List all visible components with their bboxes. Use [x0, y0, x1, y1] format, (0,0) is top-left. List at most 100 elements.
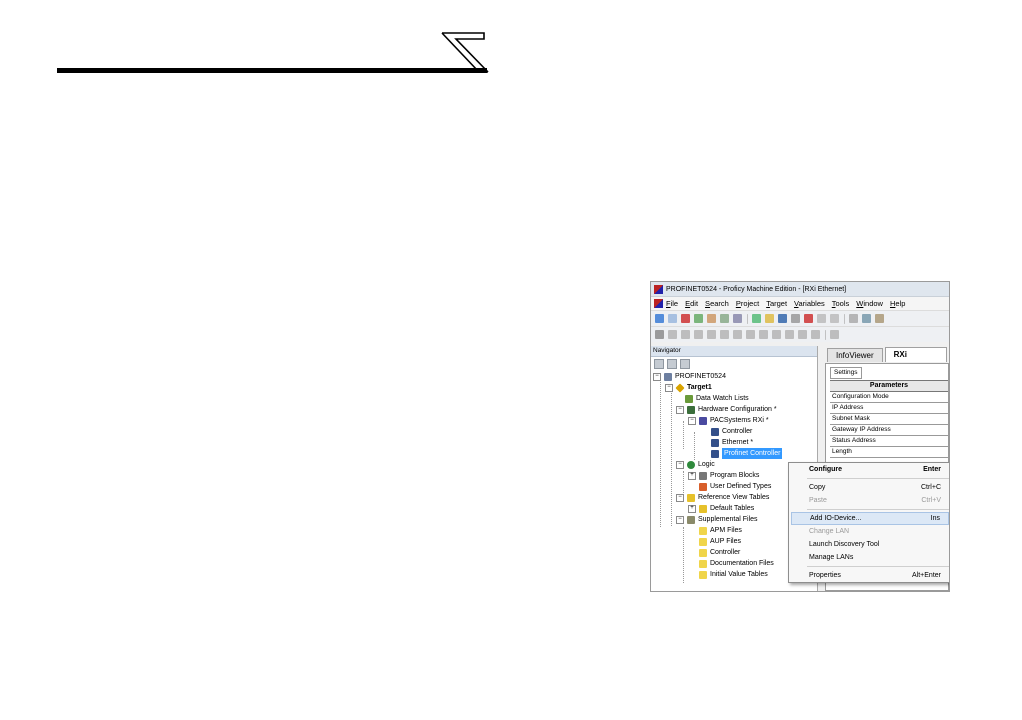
- menu-window[interactable]: Window: [856, 299, 883, 308]
- parameter-row[interactable]: Status Address: [830, 436, 948, 447]
- select-icon[interactable]: [655, 330, 664, 339]
- collapse-toggle-icon[interactable]: −: [676, 460, 684, 469]
- logic-icon: [687, 460, 695, 469]
- reset-coil-icon[interactable]: [733, 330, 742, 339]
- copy-icon[interactable]: [862, 314, 871, 323]
- collapse-toggle-icon[interactable]: −: [676, 515, 684, 524]
- properties-icon[interactable]: [667, 359, 677, 369]
- app-menu-icon[interactable]: [654, 299, 663, 308]
- validate-icon[interactable]: [804, 314, 813, 323]
- set-coil-icon[interactable]: [720, 330, 729, 339]
- tree-item-user-defined-types[interactable]: User Defined Types: [699, 481, 771, 492]
- tree-item-controller[interactable]: Controller: [711, 426, 752, 437]
- tree-item-project[interactable]: − PROFINET0524: [653, 371, 726, 382]
- nc-contact-icon[interactable]: [681, 330, 690, 339]
- vertical-wire-icon[interactable]: [785, 330, 794, 339]
- parameter-row[interactable]: Gateway IP Address: [830, 425, 948, 436]
- menu-item-properties[interactable]: Properties Alt+Enter: [789, 569, 949, 582]
- toolbar-separator: [825, 329, 826, 340]
- tree-label: User Defined Types: [710, 483, 772, 490]
- menu-project[interactable]: Project: [736, 299, 759, 308]
- tree-item-supplemental[interactable]: − Supplemental Files: [676, 514, 758, 525]
- no-contact-icon[interactable]: [668, 330, 677, 339]
- coil-icon[interactable]: [694, 330, 703, 339]
- tree-item-default-tables[interactable]: + Default Tables: [688, 503, 754, 514]
- menu-item-configure[interactable]: Configure Enter: [789, 463, 949, 476]
- paste-icon[interactable]: [875, 314, 884, 323]
- zoom-icon[interactable]: [830, 330, 839, 339]
- collapse-toggle-icon[interactable]: −: [676, 405, 684, 414]
- expand-toggle-icon[interactable]: +: [688, 504, 696, 513]
- neg-transition-icon[interactable]: [759, 330, 768, 339]
- tree-item-ethernet[interactable]: Ethernet *: [711, 437, 753, 448]
- tree-item-documentation-files[interactable]: Documentation Files: [699, 558, 774, 569]
- tree-item-controller-files[interactable]: Controller: [699, 547, 740, 558]
- tree-item-data-watch[interactable]: Data Watch Lists: [685, 393, 749, 404]
- pos-transition-icon[interactable]: [746, 330, 755, 339]
- tree-item-hardware-config[interactable]: − Hardware Configuration *: [676, 404, 777, 415]
- tree-item-target[interactable]: − Target1: [665, 382, 712, 393]
- tab-settings[interactable]: Settings: [830, 367, 862, 379]
- parameter-row[interactable]: Subnet Mask: [830, 414, 948, 425]
- function-block-icon[interactable]: [798, 330, 807, 339]
- parameter-row[interactable]: Length: [830, 447, 948, 458]
- upload-icon[interactable]: [830, 314, 839, 323]
- tree-item-pacsystems[interactable]: − PACSystems RXi *: [688, 415, 769, 426]
- menu-item-add-io-device[interactable]: Add IO-Device... Ins: [791, 512, 949, 525]
- tab-rxi-ethernet[interactable]: RXi Ethernet: [884, 347, 947, 373]
- tree-label: Profinet Controller: [722, 448, 783, 459]
- parameter-row[interactable]: IP Address: [830, 403, 948, 414]
- forward-icon[interactable]: [668, 314, 677, 323]
- save-icon[interactable]: [778, 314, 787, 323]
- tree-item-logic[interactable]: − Logic: [676, 459, 715, 470]
- stop-icon[interactable]: [681, 314, 690, 323]
- menu-variables[interactable]: Variables: [794, 299, 825, 308]
- collapse-toggle-icon[interactable]: −: [665, 383, 673, 392]
- udt-icon: [699, 482, 707, 491]
- home-icon[interactable]: [707, 314, 716, 323]
- tree-item-program-blocks[interactable]: + Program Blocks: [688, 470, 759, 481]
- application-screenshot: PROFINET0524 - Proficy Machine Edition -…: [650, 281, 950, 592]
- collapse-all-icon[interactable]: [654, 359, 664, 369]
- menu-item-launch-discovery-tool[interactable]: Launch Discovery Tool: [789, 538, 949, 551]
- menu-search[interactable]: Search: [705, 299, 729, 308]
- cut-icon[interactable]: [849, 314, 858, 323]
- tree-item-aup-files[interactable]: AUP Files: [699, 536, 741, 547]
- tree-item-initial-value-tables[interactable]: Initial Value Tables: [699, 569, 768, 580]
- menu-item-manage-lans[interactable]: Manage LANs: [789, 551, 949, 564]
- menu-item-copy[interactable]: Copy Ctrl+C: [789, 481, 949, 494]
- tab-infoviewer[interactable]: InfoViewer: [827, 348, 883, 362]
- menu-edit[interactable]: Edit: [685, 299, 698, 308]
- comment-icon[interactable]: [811, 330, 820, 339]
- page-icon[interactable]: [733, 314, 742, 323]
- module-icon: [711, 449, 719, 458]
- ladder-toolbar: [651, 326, 949, 342]
- tree-item-profinet-controller[interactable]: Profinet Controller: [711, 448, 783, 459]
- new-project-icon[interactable]: [752, 314, 761, 323]
- menu-file[interactable]: File: [666, 299, 678, 308]
- open-folder-icon[interactable]: [765, 314, 774, 323]
- menu-tools[interactable]: Tools: [832, 299, 850, 308]
- menu-item-change-lan[interactable]: Change LAN: [789, 525, 949, 538]
- tree-item-apm-files[interactable]: APM Files: [699, 525, 742, 536]
- collapse-toggle-icon[interactable]: −: [653, 372, 661, 381]
- back-icon[interactable]: [655, 314, 664, 323]
- expand-toggle-icon[interactable]: +: [688, 471, 696, 480]
- filter-icon[interactable]: [680, 359, 690, 369]
- app-icon: [654, 284, 663, 294]
- menu-target[interactable]: Target: [766, 299, 787, 308]
- download-icon[interactable]: [817, 314, 826, 323]
- menu-item-paste[interactable]: Paste Ctrl+V: [789, 494, 949, 507]
- refresh-icon[interactable]: [694, 314, 703, 323]
- parameter-row[interactable]: Configuration Mode: [830, 392, 948, 403]
- favorites-icon[interactable]: [720, 314, 729, 323]
- print-icon[interactable]: [791, 314, 800, 323]
- collapse-toggle-icon[interactable]: −: [676, 493, 684, 502]
- tree-label: APM Files: [710, 527, 742, 534]
- collapse-toggle-icon[interactable]: −: [688, 416, 696, 425]
- neg-coil-icon[interactable]: [707, 330, 716, 339]
- menu-help[interactable]: Help: [890, 299, 905, 308]
- tree-item-reference-view[interactable]: − Reference View Tables: [676, 492, 769, 503]
- horizontal-wire-icon[interactable]: [772, 330, 781, 339]
- parameters-header: Parameters: [830, 381, 948, 392]
